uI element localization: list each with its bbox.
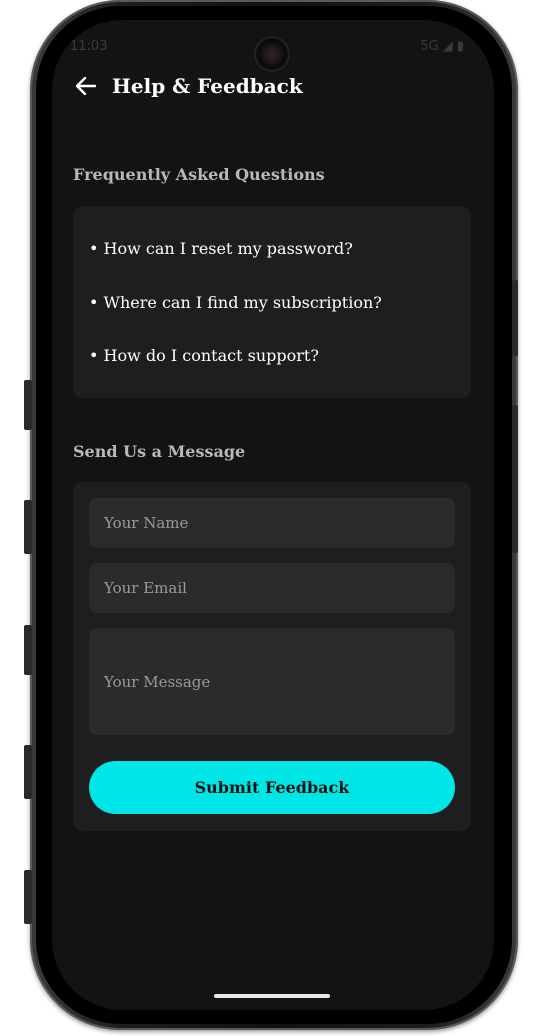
submit-feedback-button[interactable]: Submit Feedback bbox=[89, 761, 455, 814]
app-header: Help & Feedback bbox=[74, 70, 474, 102]
home-indicator[interactable] bbox=[214, 994, 330, 998]
side-button bbox=[24, 870, 32, 924]
arrow-left-icon[interactable] bbox=[74, 74, 98, 98]
side-button bbox=[24, 380, 32, 430]
front-camera bbox=[256, 38, 288, 70]
message-form-card: Your Name Your Email Your Message Submit… bbox=[73, 482, 471, 831]
name-input[interactable]: Your Name bbox=[89, 498, 455, 548]
network-indicator: 5G ◢ ▮ bbox=[420, 39, 464, 54]
side-button bbox=[24, 745, 32, 799]
email-input-placeholder: Your Email bbox=[104, 579, 187, 597]
app-screen: 11:03 5G ◢ ▮ Help & Feedback Frequently … bbox=[52, 20, 494, 1010]
name-input-placeholder: Your Name bbox=[104, 514, 189, 532]
page-title: Help & Feedback bbox=[112, 74, 303, 98]
side-button bbox=[24, 625, 32, 675]
faq-section-title: Frequently Asked Questions bbox=[73, 165, 325, 184]
faq-item-subscription[interactable]: • Where can I find my subscription? bbox=[89, 293, 382, 312]
status-time: 11:03 bbox=[70, 39, 108, 54]
volume-button bbox=[512, 280, 518, 356]
network-type: 5G bbox=[420, 39, 439, 54]
power-button bbox=[512, 405, 518, 553]
battery-icon: ▮ bbox=[456, 39, 464, 54]
message-section-title: Send Us a Message bbox=[73, 442, 246, 461]
faq-item-contact-support[interactable]: • How do I contact support? bbox=[89, 346, 319, 365]
message-textarea[interactable]: Your Message bbox=[89, 628, 455, 735]
signal-icon: ◢ bbox=[442, 39, 453, 54]
faq-card: • How can I reset my password? • Where c… bbox=[73, 206, 471, 398]
faq-item-reset-password[interactable]: • How can I reset my password? bbox=[89, 239, 353, 258]
email-input[interactable]: Your Email bbox=[89, 563, 455, 613]
message-textarea-placeholder: Your Message bbox=[104, 672, 211, 691]
side-button bbox=[24, 500, 32, 554]
